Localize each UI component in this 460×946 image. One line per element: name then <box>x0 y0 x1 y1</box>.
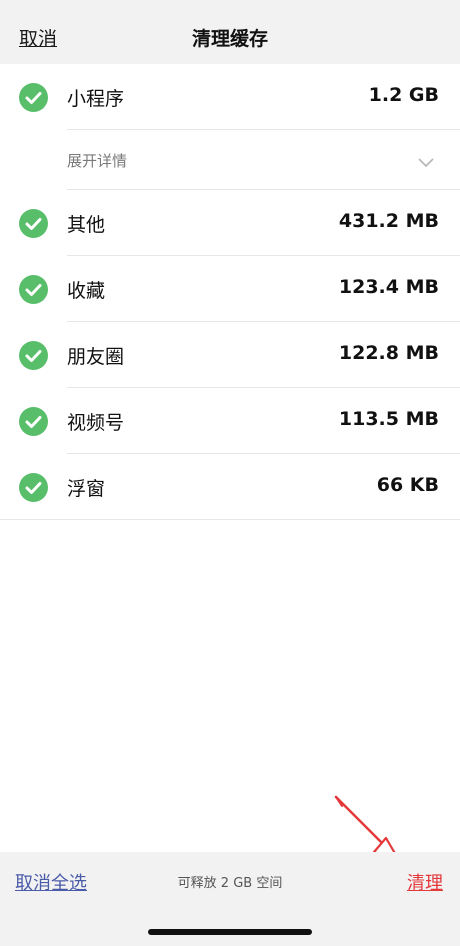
page-title: 清理缓存 <box>191 28 268 50</box>
checkmark-icon[interactable] <box>19 407 48 436</box>
list-item-floating-window[interactable]: 浮窗 66 KB <box>0 454 460 520</box>
list-item-mini-programs[interactable]: 小程序 1.2 GB <box>0 64 460 130</box>
checkmark-icon[interactable] <box>19 83 48 112</box>
item-size: 113.5 MB <box>338 408 439 430</box>
home-indicator <box>148 929 312 935</box>
item-size: 66 KB <box>376 474 439 496</box>
item-label: 小程序 <box>67 88 125 110</box>
item-label: 收藏 <box>67 280 106 302</box>
checkmark-icon[interactable] <box>19 341 48 370</box>
item-size: 431.2 MB <box>338 210 439 232</box>
item-size: 122.8 MB <box>338 342 439 364</box>
item-label: 其他 <box>67 214 106 236</box>
divider <box>0 519 460 520</box>
list-item-other[interactable]: 其他 431.2 MB <box>0 190 460 256</box>
checkmark-icon[interactable] <box>19 275 48 304</box>
clean-button[interactable]: 清理 <box>407 869 443 895</box>
item-size: 123.4 MB <box>338 276 439 298</box>
item-label: 浮窗 <box>67 478 106 500</box>
bottom-action-bar: 取消全选 可释放 2 GB 空间 清理 <box>0 852 460 946</box>
list-item-moments[interactable]: 朋友圈 122.8 MB <box>0 322 460 388</box>
list-item-channels[interactable]: 视频号 113.5 MB <box>0 388 460 454</box>
checkmark-icon[interactable] <box>19 473 48 502</box>
list-item-favorites[interactable]: 收藏 123.4 MB <box>0 256 460 322</box>
expand-details-row[interactable]: 展开详情 <box>0 130 460 190</box>
expand-details-label: 展开详情 <box>67 152 128 170</box>
item-size: 1.2 GB <box>368 84 439 106</box>
cache-list: 小程序 1.2 GB 展开详情 其他 431.2 MB 收藏 123.4 MB … <box>0 64 460 520</box>
checkmark-icon[interactable] <box>19 209 48 238</box>
item-label: 朋友圈 <box>67 346 125 368</box>
chevron-down-icon <box>418 153 434 172</box>
free-space-text: 可释放 2 GB 空间 <box>177 876 283 891</box>
header-bar: 取消 清理缓存 <box>0 0 460 64</box>
item-label: 视频号 <box>67 412 125 434</box>
